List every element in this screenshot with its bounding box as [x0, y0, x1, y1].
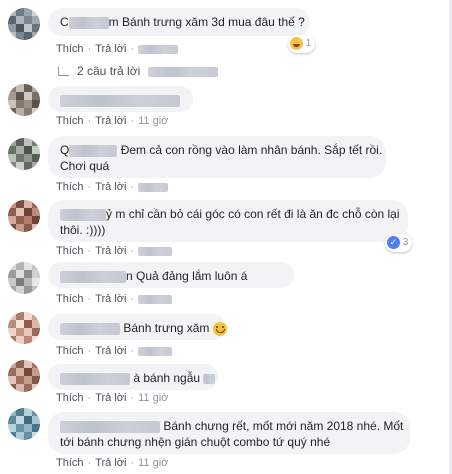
- like-link[interactable]: Thích: [56, 293, 84, 305]
- comment-time[interactable]: 11 giờ: [138, 457, 168, 469]
- avatar[interactable]: [8, 408, 40, 440]
- reaction-count[interactable]: ✓ 3: [385, 234, 413, 252]
- comment-bubble: [48, 86, 193, 112]
- comment-bubble: ỷ m chỉ cần bỏ cái góc có con rết đi là …: [48, 200, 408, 242]
- reply-arrow-icon: [58, 67, 69, 77]
- comment-actions: Thích · Trả lời · 11 giờ: [56, 457, 169, 470]
- reply-link[interactable]: Trả lời: [95, 392, 126, 404]
- avatar[interactable]: [8, 360, 40, 392]
- avatar[interactable]: [8, 200, 40, 232]
- commenter-name[interactable]: Q: [60, 142, 118, 158]
- smile-emoji-icon: [212, 321, 227, 336]
- like-link[interactable]: Thích: [56, 457, 84, 469]
- comment-text: Bánh trưng xăm: [123, 321, 210, 335]
- comment-actions: Thích · Trả lời ·: [56, 180, 169, 194]
- comment-actions: Thích · Trả lời ·: [56, 344, 173, 358]
- commenter-name[interactable]: Cm: [60, 14, 119, 30]
- avatar[interactable]: [8, 138, 40, 170]
- reply-link[interactable]: Trả lời: [95, 43, 126, 55]
- haha-icon: [290, 36, 303, 50]
- avatar[interactable]: [8, 8, 40, 40]
- comment-text-line2: tới bánh chưng nhện gián chuột combo tứ …: [60, 435, 331, 449]
- comment-text: chỉ cần bỏ cái góc có con rết đi là ăn đ…: [128, 207, 400, 221]
- comment-text: Bánh trưng xăm 3d mua đâu thế ?: [122, 15, 305, 29]
- reply-link[interactable]: Trả lời: [95, 293, 126, 305]
- reaction-count[interactable]: 1: [288, 35, 316, 53]
- comment-text: Quả đảng lắm luôn á: [136, 269, 248, 283]
- like-link[interactable]: Thích: [56, 43, 84, 55]
- like-link[interactable]: Thích: [56, 345, 84, 357]
- avatar[interactable]: [8, 84, 40, 116]
- reply-link[interactable]: Trả lời: [95, 115, 126, 127]
- comment-text: Bánh chưng rết, mốt mới năm 2018 nhé. Mố…: [163, 419, 404, 433]
- reply-link[interactable]: Trả lời: [95, 345, 126, 357]
- comment-actions: Thích · Trả lời ·: [56, 292, 173, 306]
- like-icon: ✓: [387, 235, 400, 249]
- comment-actions: Thích · Trả lời ·: [56, 42, 179, 56]
- comment-actions: Thích · Trả lời · 11 giờ: [56, 392, 169, 405]
- reply-link[interactable]: Trả lời: [95, 457, 126, 469]
- comment-bubble: Bánh trưng xăm: [48, 314, 227, 340]
- comment-bubble: Cm Bánh trưng xăm 3d mua đâu thế ?: [48, 8, 310, 36]
- like-link[interactable]: Thích: [56, 181, 84, 193]
- like-link[interactable]: Thích: [56, 245, 84, 257]
- like-link[interactable]: Thích: [56, 115, 84, 127]
- avatar[interactable]: [8, 312, 40, 344]
- comment-bubble: n Quả đảng lắm luôn á: [48, 262, 294, 288]
- view-replies-link[interactable]: 2 câu trả lời: [58, 64, 218, 78]
- comment-text-line2: Chơi quá: [60, 159, 110, 173]
- reply-link[interactable]: Trả lời: [95, 245, 126, 257]
- commenter-name[interactable]: [60, 370, 130, 386]
- commenter-name[interactable]: n: [60, 268, 133, 284]
- comment-actions: Thích · Trả lời · 11 giờ: [56, 115, 169, 128]
- like-link[interactable]: Thích: [56, 392, 84, 404]
- comment-text-line2: thôi. :)))): [60, 223, 106, 237]
- comment-time[interactable]: 11 giờ: [138, 392, 168, 404]
- commenter-name[interactable]: ỷ m: [60, 206, 125, 222]
- comment-text: à bánh ngẫu: [133, 371, 201, 385]
- commenter-name[interactable]: [60, 320, 120, 336]
- comment-actions: Thích · Trả lời ·: [56, 244, 173, 258]
- comment-text: Đem cả con rồng vào làm nhân bánh. Sắp t…: [120, 143, 383, 157]
- comment-bubble: Bánh chưng rết, mốt mới năm 2018 nhé. Mố…: [48, 412, 410, 454]
- avatar[interactable]: [8, 262, 40, 294]
- reply-link[interactable]: Trả lời: [95, 181, 126, 193]
- comment-bubble: à bánh ngẫu: [48, 364, 218, 390]
- commenter-name[interactable]: [60, 418, 160, 434]
- comment-time[interactable]: 11 giờ: [138, 115, 168, 127]
- comment-bubble: Q Đem cả con rồng vào làm nhân bánh. Sắp…: [48, 136, 386, 178]
